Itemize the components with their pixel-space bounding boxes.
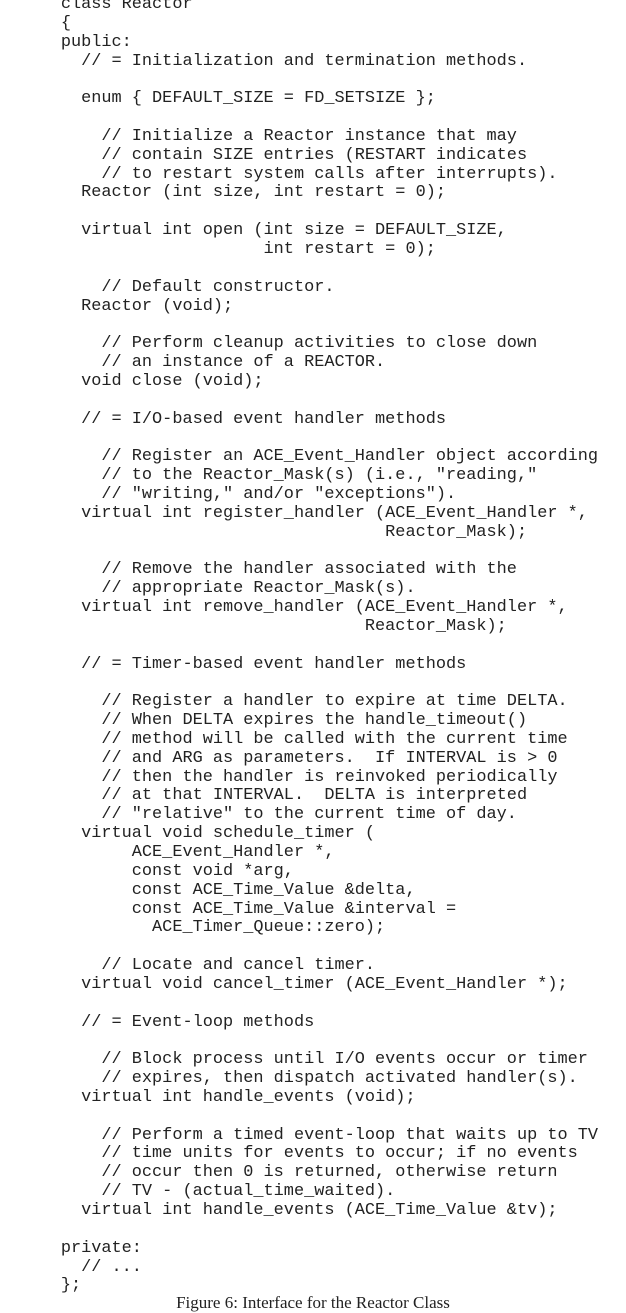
code-line: // Perform a timed event-loop that waits…: [0, 1125, 599, 1145]
code-line: int restart = 0);: [0, 239, 436, 259]
code-line: virtual void cancel_timer (ACE_Event_Han…: [0, 974, 568, 994]
code-line: private:: [0, 1238, 142, 1258]
code-line: Reactor_Mask);: [0, 616, 507, 636]
code-line: // When DELTA expires the handle_timeout…: [0, 711, 528, 731]
code-line: const ACE_Time_Value &delta,: [0, 880, 416, 900]
code-line: class Reactor: [0, 0, 193, 14]
code-line: // Default constructor.: [0, 277, 335, 297]
code-line: // an instance of a REACTOR.: [0, 353, 386, 373]
code-line: // and ARG as parameters. If INTERVAL is…: [0, 748, 558, 768]
code-line: virtual int open (int size = DEFAULT_SIZ…: [0, 221, 507, 241]
code-line: {: [0, 13, 71, 33]
code-line: // = Event-loop methods: [0, 1012, 315, 1032]
figure-caption: Figure 6: Interface for the Reactor Clas…: [176, 1293, 450, 1312]
code-line: // at that INTERVAL. DELTA is interprete…: [0, 786, 528, 806]
code-line: // occur then 0 is returned, otherwise r…: [0, 1163, 558, 1183]
code-line: virtual int remove_handler (ACE_Event_Ha…: [0, 598, 568, 617]
code-line: // appropriate Reactor_Mask(s).: [0, 579, 416, 599]
code-line: Reactor (int size, int restart = 0);: [0, 183, 446, 203]
code-line: // Register an ACE_Event_Handler object …: [0, 447, 599, 467]
code-line: ACE_Event_Handler *,: [0, 842, 335, 862]
code-listing: class Reactor { public: // = Initializat…: [0, 0, 598, 1296]
code-line: virtual int register_handler (ACE_Event_…: [0, 503, 588, 523]
code-line: // ...: [0, 1257, 142, 1277]
code-line: Reactor (void);: [0, 296, 234, 316]
code-line: // Remove the handler associated with th…: [0, 560, 517, 580]
code-line: virtual int handle_events (ACE_Time_Valu…: [0, 1201, 558, 1220]
code-line: // to restart system calls after interru…: [0, 164, 558, 184]
code-line: virtual void schedule_timer (: [0, 824, 376, 844]
code-line: virtual int handle_events (void);: [0, 1087, 416, 1107]
code-line: // to the Reactor_Mask(s) (i.e., "readin…: [0, 466, 538, 486]
code-line: public:: [0, 32, 132, 52]
code-line: const ACE_Time_Value &interval =: [0, 899, 457, 919]
code-line: // Initialize a Reactor instance that ma…: [0, 126, 517, 146]
code-line: // "writing," and/or "exceptions").: [0, 484, 457, 504]
code-line: // "relative" to the current time of day…: [0, 805, 517, 825]
code-line: // Block process until I/O events occur …: [0, 1050, 588, 1070]
code-line: // contain SIZE entries (RESTART indicat…: [0, 145, 528, 165]
code-line: ACE_Timer_Queue::zero);: [0, 918, 386, 938]
code-line: // TV - (actual_time_waited).: [0, 1182, 396, 1202]
code-line: // expires, then dispatch activated hand…: [0, 1069, 578, 1089]
code-line: // = Timer-based event handler methods: [0, 654, 467, 674]
code-line: // method will be called with the curren…: [0, 729, 568, 749]
code-line: const void *arg,: [0, 861, 294, 881]
code-line: Reactor_Mask);: [0, 522, 528, 542]
code-line: // then the handler is reinvoked periodi…: [0, 767, 558, 787]
code-line: // Perform cleanup activities to close d…: [0, 334, 538, 354]
code-line: enum { DEFAULT_SIZE = FD_SETSIZE };: [0, 89, 436, 109]
code-line: // = I/O-based event handler methods: [0, 409, 446, 429]
code-line: void close (void);: [0, 371, 264, 391]
code-line: // = Initialization and termination meth…: [0, 51, 528, 71]
code-line: // time units for events to occur; if no…: [0, 1144, 578, 1164]
code-line: // Locate and cancel timer.: [0, 956, 376, 976]
code-line: // Register a handler to expire at time …: [0, 692, 568, 712]
